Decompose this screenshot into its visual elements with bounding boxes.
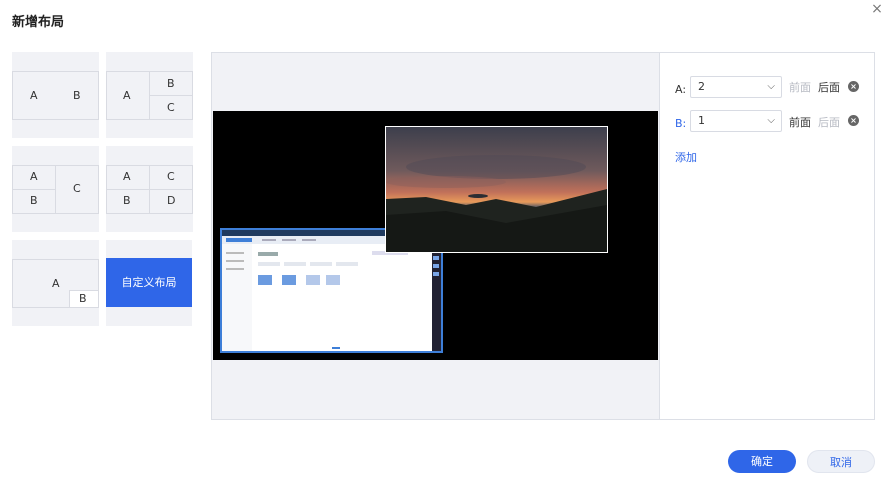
layout-label-b: B — [30, 194, 38, 207]
layer-a-label: A: — [675, 83, 687, 96]
layout-label-b: B — [123, 194, 131, 207]
confirm-button[interactable]: 确定 — [728, 450, 796, 473]
layer-b-select[interactable]: 1 ⌵ — [690, 110, 782, 132]
layout-option-ab-c[interactable]: A B C — [12, 146, 99, 232]
dialog-title: 新增布局 — [12, 15, 65, 30]
layer-a-front-button[interactable]: 前面 — [789, 79, 811, 95]
remove-layer-b-icon[interactable]: × — [848, 115, 859, 126]
sunset-image — [386, 127, 607, 252]
add-layer-link[interactable]: 添加 — [675, 149, 697, 165]
source-camera-window[interactable] — [385, 126, 608, 253]
layout-divider — [55, 165, 56, 214]
chevron-down-icon: ⌵ — [767, 115, 775, 126]
layout-label-b: B — [73, 89, 81, 102]
layout-divider — [12, 189, 55, 190]
cancel-button[interactable]: 取消 — [807, 450, 875, 473]
layer-a-select[interactable]: 2 ⌵ — [690, 76, 782, 98]
layout-label-d: D — [167, 194, 176, 207]
layout-divider — [149, 95, 193, 96]
layout-divider — [106, 189, 193, 190]
close-icon[interactable]: × — [870, 2, 884, 16]
remove-layer-a-icon[interactable]: × — [848, 81, 859, 92]
layer-b-front-button[interactable]: 前面 — [789, 114, 811, 130]
layout-frame — [12, 71, 99, 120]
layout-label-c: C — [167, 101, 175, 114]
layer-a-value: 2 — [698, 80, 705, 93]
layer-b-label: B: — [675, 117, 687, 130]
layer-a-back-button[interactable]: 后面 — [818, 79, 840, 95]
layout-label-b: B — [167, 77, 175, 90]
layout-label-c: C — [167, 170, 175, 183]
layer-b-value: 1 — [698, 114, 705, 127]
layout-label-c: C — [73, 182, 81, 195]
custom-layout-button[interactable]: 自定义布局 — [106, 258, 192, 307]
layer-b-back-button[interactable]: 后面 — [818, 114, 840, 130]
layout-label-a: A — [30, 89, 38, 102]
layout-option-grid[interactable]: A C B D — [106, 146, 193, 232]
chevron-down-icon: ⌵ — [767, 81, 775, 92]
layout-label-b: B — [79, 292, 87, 305]
settings-panel — [659, 52, 875, 420]
layout-option-pip[interactable]: A B — [12, 240, 99, 326]
layout-label-a: A — [123, 89, 131, 102]
layout-label-a: A — [123, 170, 131, 183]
layout-option-ab[interactable]: A B — [12, 52, 99, 138]
layout-option-a-bc[interactable]: A B C — [106, 52, 193, 138]
layout-label-a: A — [30, 170, 38, 183]
layout-label-a: A — [52, 277, 60, 290]
